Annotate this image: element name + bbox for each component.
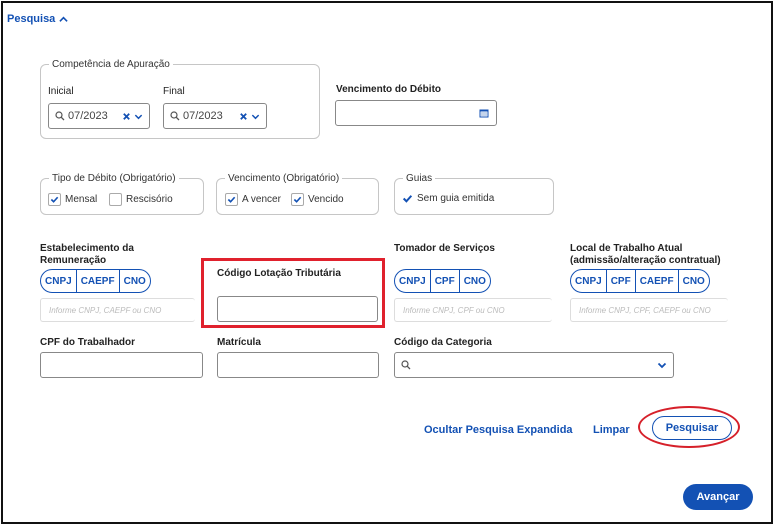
calendar-icon[interactable]: [479, 108, 489, 118]
pesquisar-button[interactable]: Pesquisar: [652, 416, 732, 440]
local-trabalho-label-line2: (admissão/alteração contratual): [570, 255, 721, 266]
a-vencer-checkbox[interactable]: A vencer: [225, 193, 281, 206]
close-icon[interactable]: [122, 112, 131, 121]
inicial-label: Inicial: [48, 86, 74, 97]
ocultar-pesquisa-link[interactable]: Ocultar Pesquisa Expandida: [424, 424, 573, 436]
seg-cnpj[interactable]: CNPJ: [395, 270, 431, 292]
chevron-down-icon[interactable]: [657, 360, 667, 370]
estabelecimento-type-selector[interactable]: CNPJ CAEPF CNO: [40, 269, 151, 293]
check-icon: [225, 193, 238, 206]
seg-cno[interactable]: CNO: [679, 270, 709, 292]
check-icon: [48, 193, 61, 206]
chevron-down-icon[interactable]: [134, 112, 143, 121]
pesquisa-toggle[interactable]: Pesquisa: [7, 13, 68, 25]
final-value: 07/2023: [183, 110, 223, 122]
unchecked-box: [109, 193, 122, 206]
codigo-categoria-select[interactable]: [394, 352, 674, 378]
vencimento-debito-input[interactable]: [335, 100, 497, 126]
final-select[interactable]: 07/2023: [163, 103, 267, 129]
seg-cpf[interactable]: CPF: [607, 270, 636, 292]
final-label: Final: [163, 86, 185, 97]
seg-cno[interactable]: CNO: [460, 270, 490, 292]
search-icon: [401, 360, 411, 370]
avancar-button[interactable]: Avançar: [683, 484, 753, 510]
codigo-lotacao-input[interactable]: [217, 296, 378, 322]
cpf-trabalhador-label: CPF do Trabalhador: [40, 337, 136, 348]
chevron-up-icon: [59, 15, 68, 24]
vencido-checkbox[interactable]: Vencido: [291, 193, 344, 206]
search-icon: [170, 111, 180, 121]
seg-cnpj[interactable]: CNPJ: [571, 270, 607, 292]
tomador-label: Tomador de Serviços: [394, 243, 495, 254]
guias-legend: Guias: [406, 173, 433, 184]
mensal-label: Mensal: [65, 194, 98, 205]
seg-cpf[interactable]: CPF: [431, 270, 460, 292]
check-icon: [291, 193, 304, 206]
local-trabalho-type-selector[interactable]: CNPJ CPF CAEPF CNO: [570, 269, 710, 293]
estabelecimento-label: Estabelecimento da Remuneração: [40, 243, 134, 267]
limpar-link[interactable]: Limpar: [593, 424, 630, 436]
cpf-trabalhador-input[interactable]: [40, 352, 203, 378]
matricula-label: Matrícula: [217, 337, 261, 348]
mensal-checkbox[interactable]: Mensal: [48, 193, 97, 206]
inicial-select[interactable]: 07/2023: [48, 103, 150, 129]
vencimento-legend: Vencimento (Obrigatório): [228, 173, 340, 184]
codigo-lotacao-label: Código Lotação Tributária: [217, 268, 341, 279]
local-trabalho-label: Local de Trabalho Atual (admissão/altera…: [570, 243, 721, 267]
seg-caepf[interactable]: CAEPF: [77, 270, 120, 292]
competencia-legend: Competência de Apuração: [52, 59, 170, 70]
vencido-label: Vencido: [308, 194, 344, 205]
a-vencer-label: A vencer: [242, 194, 281, 205]
estabelecimento-label-line2: Remuneração: [40, 255, 107, 266]
seg-cnpj[interactable]: CNPJ: [41, 270, 77, 292]
estabelecimento-placeholder: Informe CNPJ, CAEPF ou CNO: [49, 305, 162, 315]
pesquisa-toggle-label: Pesquisa: [7, 13, 56, 25]
codigo-categoria-label: Código da Categoria: [394, 337, 492, 348]
tipo-debito-legend: Tipo de Débito (Obrigatório): [52, 173, 176, 184]
sem-guia-label: Sem guia emitida: [417, 193, 495, 204]
chevron-down-icon[interactable]: [251, 112, 260, 121]
local-trabalho-label-line1: Local de Trabalho Atual: [570, 243, 683, 254]
tomador-type-selector[interactable]: CNPJ CPF CNO: [394, 269, 491, 293]
local-trabalho-input[interactable]: Informe CNPJ, CPF, CAEPF ou CNO: [570, 298, 728, 322]
tomador-input[interactable]: Informe CNPJ, CPF ou CNO: [394, 298, 552, 322]
vencimento-debito-label: Vencimento do Débito: [336, 84, 442, 95]
rescisorio-label: Rescisório: [126, 194, 173, 205]
seg-cno[interactable]: CNO: [120, 270, 150, 292]
rescisorio-checkbox[interactable]: Rescisório: [109, 193, 173, 206]
seg-caepf[interactable]: CAEPF: [636, 270, 679, 292]
search-icon: [55, 111, 65, 121]
check-icon: [402, 193, 413, 204]
inicial-value: 07/2023: [68, 110, 108, 122]
local-trabalho-placeholder: Informe CNPJ, CPF, CAEPF ou CNO: [579, 305, 711, 315]
sem-guia-checkbox[interactable]: Sem guia emitida: [402, 193, 494, 204]
matricula-input[interactable]: [217, 352, 379, 378]
tomador-placeholder: Informe CNPJ, CPF ou CNO: [403, 305, 505, 315]
close-icon[interactable]: [239, 112, 248, 121]
estabelecimento-label-line1: Estabelecimento da: [40, 243, 134, 254]
estabelecimento-input[interactable]: Informe CNPJ, CAEPF ou CNO: [40, 298, 195, 322]
